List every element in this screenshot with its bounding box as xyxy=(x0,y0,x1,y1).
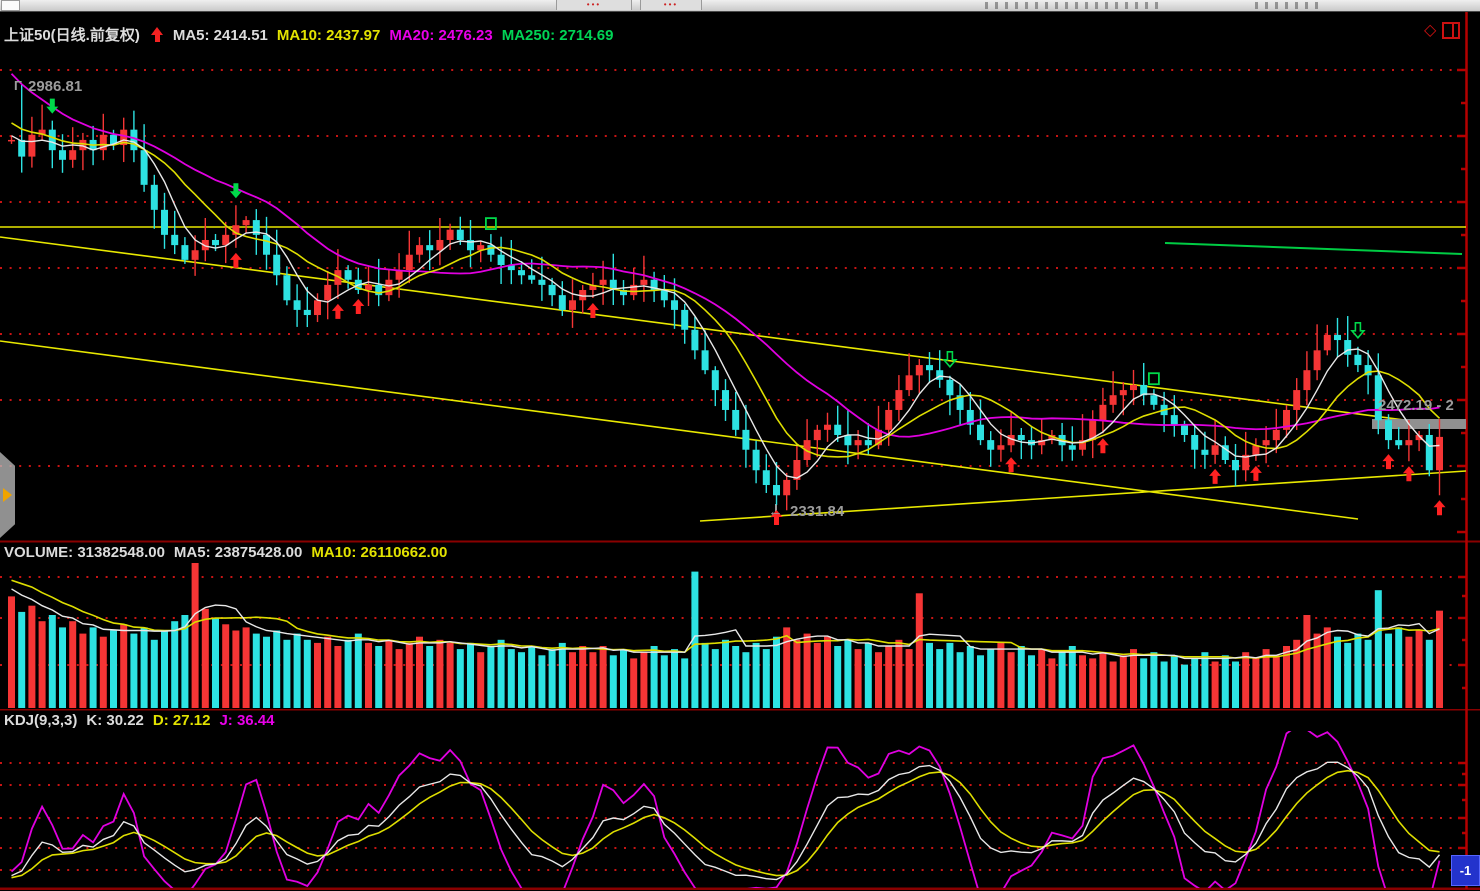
ma10-value: MA10: 2437.97 xyxy=(277,27,380,44)
low-price-label: 2331.84 xyxy=(790,503,844,520)
ma5-value: MA5: 2414.51 xyxy=(173,27,268,44)
high-price-label: 2986.81 xyxy=(28,78,82,95)
kdj-k-value: K: 30.22 xyxy=(86,712,144,729)
toolbar-text-smudge xyxy=(985,2,1160,9)
split-window-icon[interactable] xyxy=(1442,22,1460,39)
kdj-name: KDJ(9,3,3) xyxy=(4,712,77,729)
kdj-panel xyxy=(12,726,1440,891)
toolbar-button-1[interactable]: ••• xyxy=(556,0,632,10)
diamond-icon[interactable]: ◇ xyxy=(1424,23,1436,39)
expand-arrow-icon xyxy=(3,488,12,502)
toolbar-text-smudge2 xyxy=(1255,2,1325,9)
toolbar-corner-box xyxy=(1,0,20,11)
kdj-panel-header: KDJ(9,3,3) K: 30.22 D: 27.12 J: 36.44 xyxy=(4,712,284,729)
volume-ma10-value: MA10: 26110662.00 xyxy=(311,544,447,561)
panel-expand-handle[interactable] xyxy=(0,452,15,538)
up-arrow-icon xyxy=(151,27,164,42)
volume-value: VOLUME: 31382548.00 xyxy=(4,544,165,561)
ma250-value: MA250: 2714.69 xyxy=(502,27,614,44)
price-panel xyxy=(0,74,1466,525)
ma20-value: MA20: 2476.23 xyxy=(389,27,492,44)
chart-title: 上证50(日线.前复权) xyxy=(4,27,140,44)
app-window: ••• ••• 上证50(日线.前复权) MA5: 2414.51 MA10: 24… xyxy=(0,0,1480,891)
volume-panel xyxy=(8,562,1443,708)
kdj-j-value: J: 36.44 xyxy=(219,712,274,729)
volume-panel-header: VOLUME: 31382548.00 MA5: 23875428.00 MA10:… xyxy=(4,544,456,561)
chart-canvas[interactable] xyxy=(0,11,1480,891)
bottom-right-badge[interactable]: -1 xyxy=(1451,855,1480,886)
band-price-label: 2472.19 - 2 xyxy=(1378,397,1454,414)
low-mark-icon: ← xyxy=(768,503,783,520)
volume-ma5-value: MA5: 23875428.00 xyxy=(174,544,302,561)
kdj-d-value: D: 27.12 xyxy=(153,712,211,729)
toolbar-button-2[interactable]: ••• xyxy=(640,0,702,10)
price-panel-header: 上证50(日线.前复权) MA5: 2414.51 MA10: 2437.97 MA2… xyxy=(4,24,622,45)
high-mark-icon: Γ xyxy=(14,78,22,93)
corner-icons: ◇ xyxy=(1424,22,1460,39)
